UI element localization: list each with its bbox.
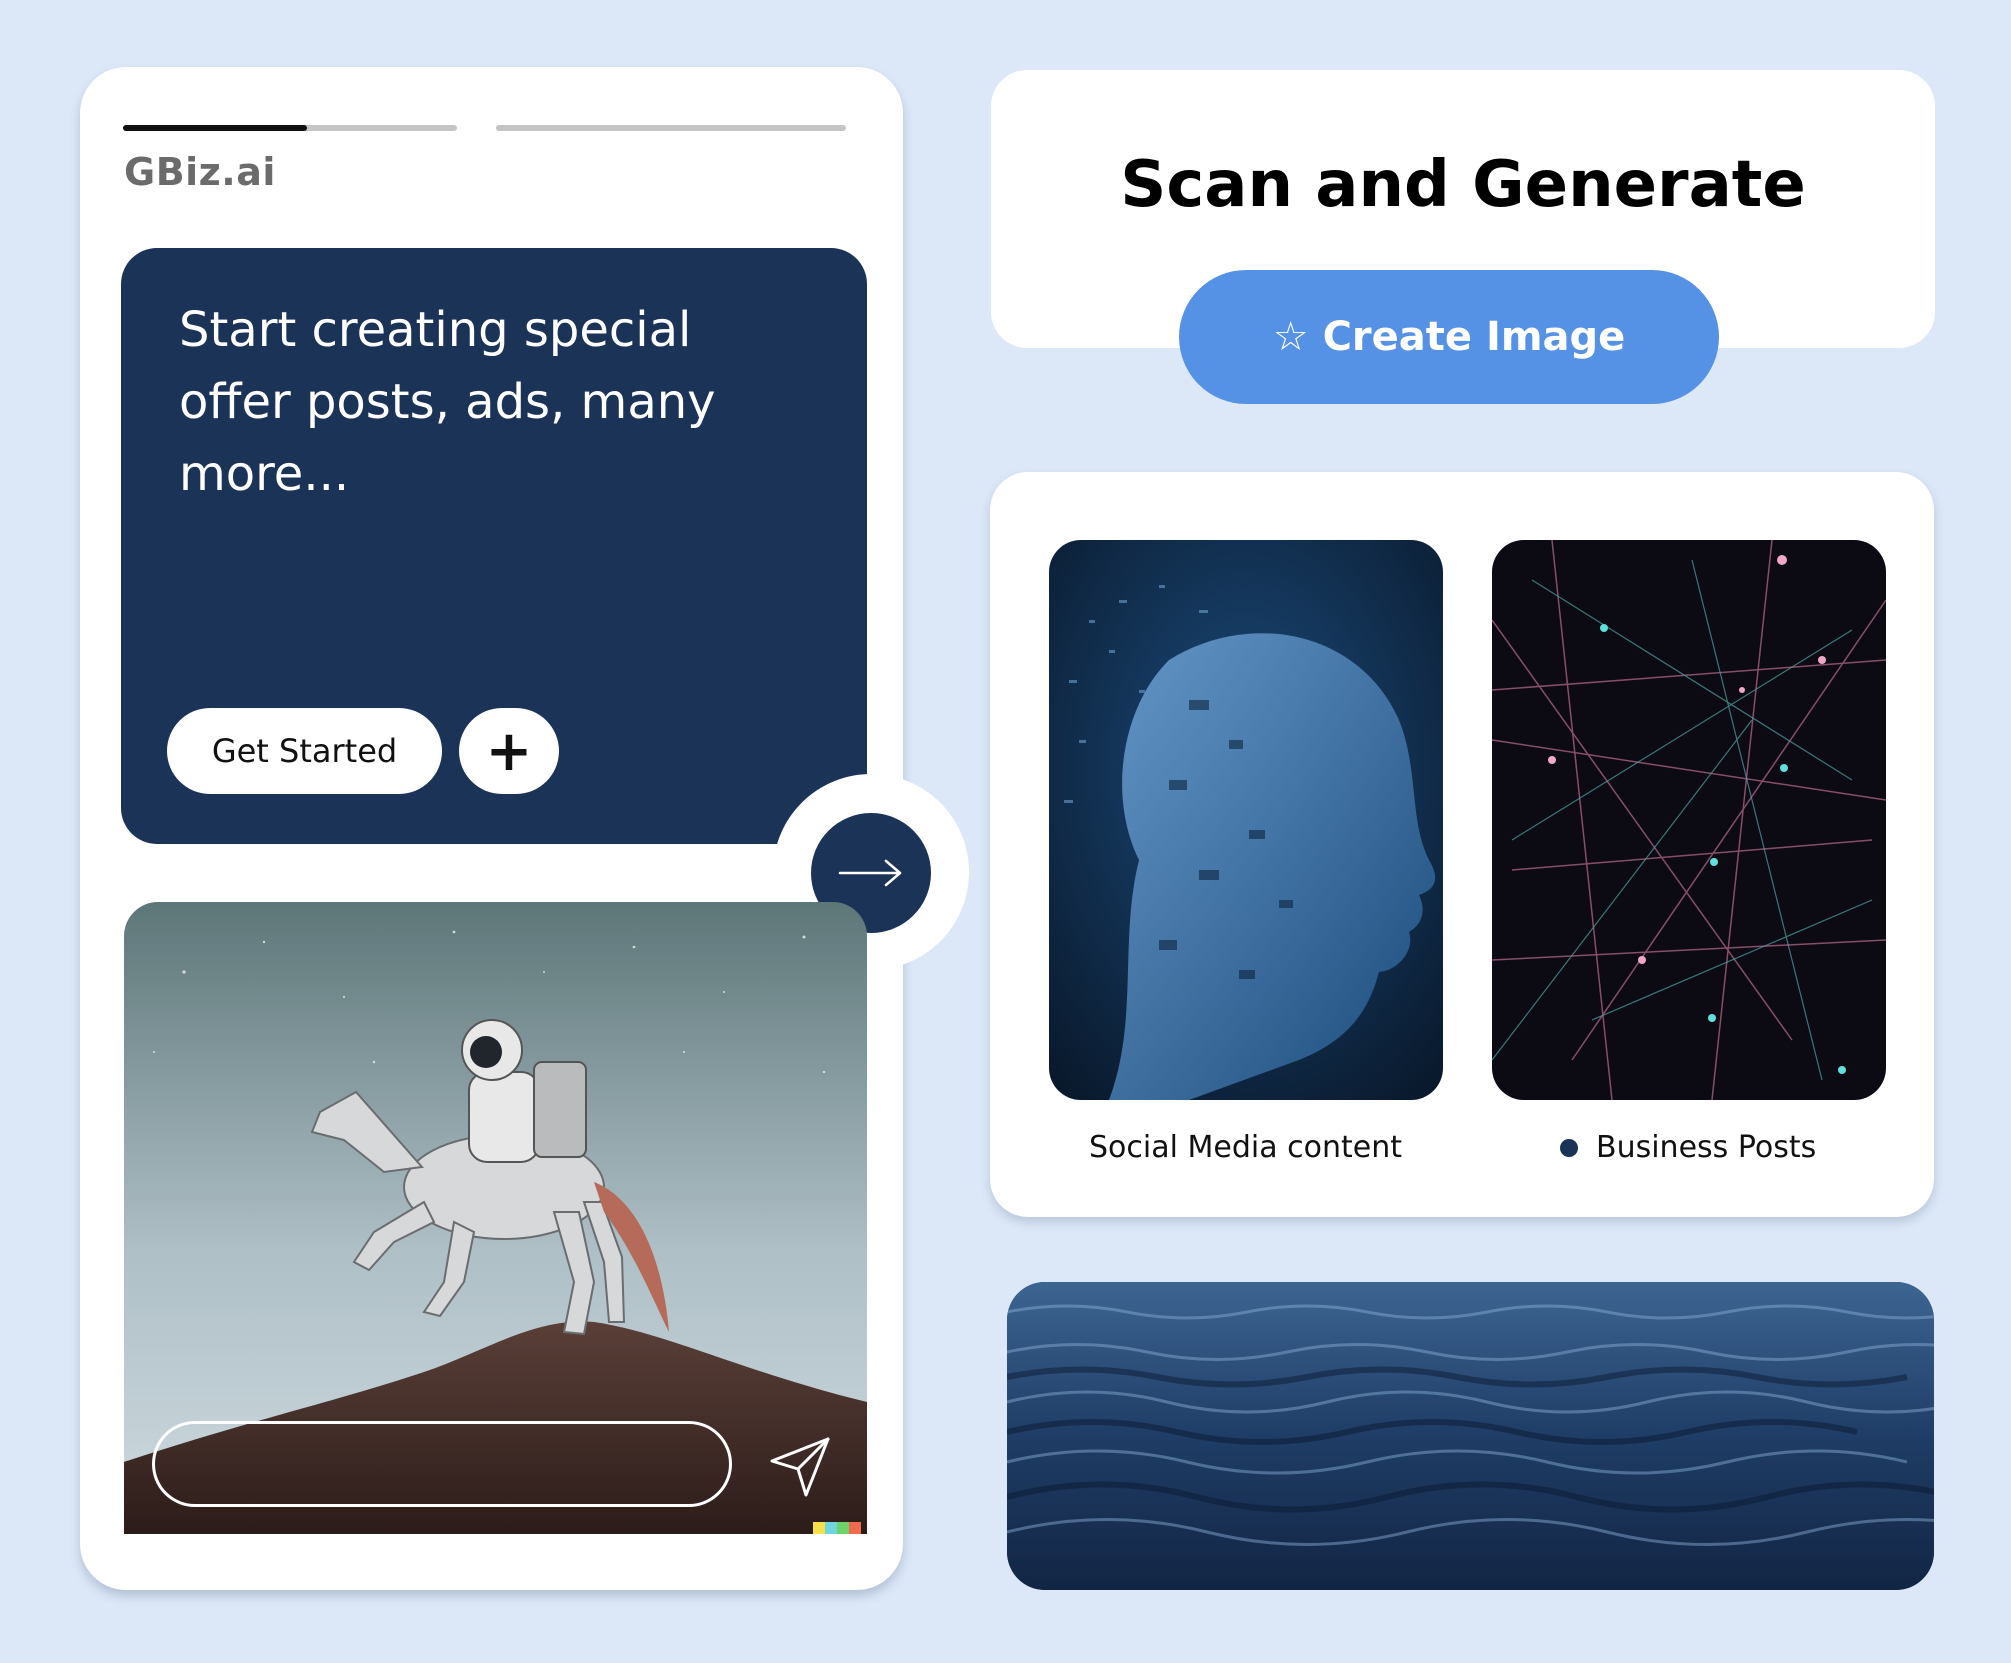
create-image-button[interactable]: ☆ Create Image [1179, 270, 1719, 404]
brand-name: GBiz.ai [124, 150, 276, 194]
ocean-image [1007, 1282, 1934, 1590]
story-progress-bar-2 [496, 125, 846, 131]
promo-banner: Start creating special offer posts, ads,… [121, 248, 867, 844]
promo-text: Start creating special offer posts, ads,… [179, 302, 716, 502]
app-preview-card: GBiz.ai Start creating special offer pos… [80, 67, 969, 1590]
story-progress-fill [123, 125, 307, 131]
social-media-thumbnail[interactable] [1049, 540, 1443, 1100]
content-type-gallery: Social Media content Business Posts [990, 472, 1934, 1217]
send-button[interactable] [764, 1431, 836, 1503]
business-posts-label: Business Posts [1596, 1130, 1817, 1165]
add-button[interactable]: + [459, 708, 559, 794]
business-posts-thumbnail[interactable] [1492, 540, 1886, 1100]
create-image-label: Create Image [1322, 314, 1626, 360]
star-icon: ☆ [1272, 314, 1309, 360]
send-icon [770, 1437, 830, 1497]
watermark-color-strip [813, 1522, 861, 1534]
arrow-right-icon [838, 859, 902, 887]
business-posts-label-group: Business Posts [1560, 1130, 1816, 1165]
selected-dot-icon [1560, 1138, 1578, 1157]
scan-generate-title: Scan and Generate [1120, 148, 1806, 222]
prompt-input[interactable] [152, 1421, 732, 1507]
get-started-button[interactable]: Get Started [167, 708, 442, 794]
social-media-label: Social Media content [1089, 1130, 1402, 1165]
story-progress-bar-1 [123, 125, 457, 131]
